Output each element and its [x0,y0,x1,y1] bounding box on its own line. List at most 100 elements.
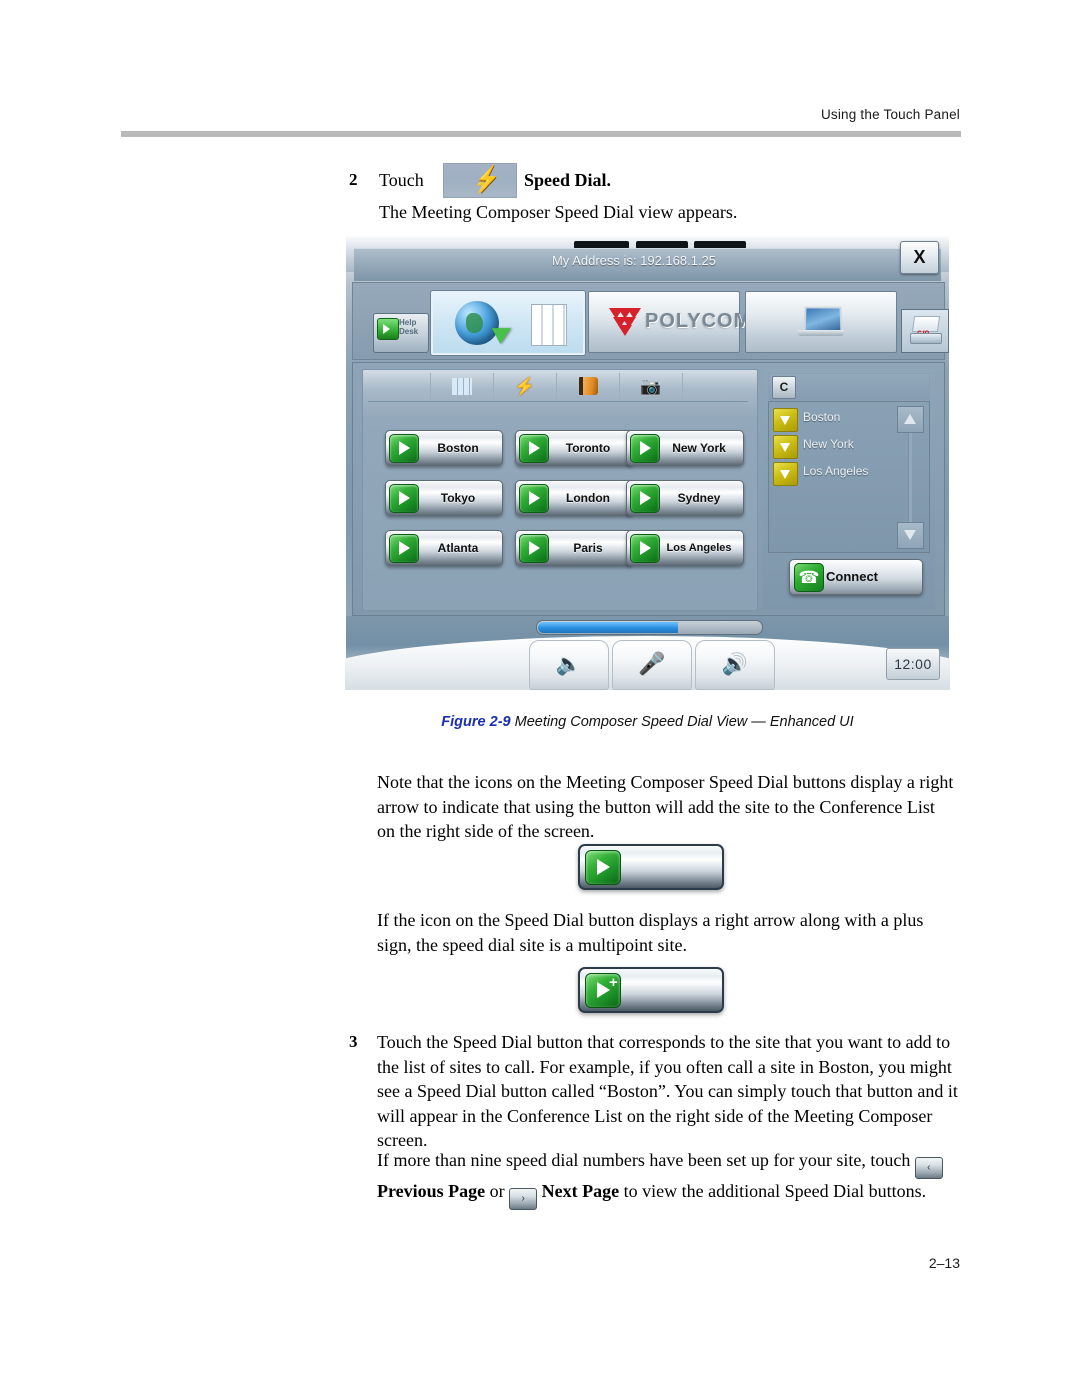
speed-dial-label: Boston [437,441,479,455]
globe-keypad-tile[interactable] [431,291,585,355]
speed-dial-button-los-angeles[interactable]: Los Angeles [626,530,744,566]
conference-list-item[interactable]: Los Angeles [773,462,903,486]
conference-list-pane: C Boston New York Los Angeles ☎ Connect [763,369,935,609]
laptop-tile[interactable] [745,291,897,353]
right-arrow-icon [389,484,419,513]
help-desk-button[interactable]: Help Desk [373,313,429,353]
plus-sign-icon: + [609,974,618,991]
down-arrow-icon [773,462,798,486]
speed-dial-pane: ⚡ 📷 Boston Toronto New York Tokyo London… [362,369,758,611]
tab-address-book[interactable] [557,373,620,400]
conference-item-label: Los Angeles [803,464,869,478]
scrollbar-track[interactable] [908,432,912,522]
scroll-down-button[interactable] [897,522,924,549]
volume-up-button[interactable]: 🔊 [695,640,775,690]
volume-up-icon: 🔊 [721,652,749,676]
previous-page-label: Previous Page [377,1181,486,1201]
previous-page-button[interactable]: ‹ [914,1157,943,1179]
connect-button[interactable]: ☎ Connect [789,559,923,595]
figure-caption-text: Meeting Composer Speed Dial View — Enhan… [514,714,854,730]
rolodex-tile[interactable]: 6/9 [901,309,949,353]
pagination-text-b: to view the additional Speed Dial button… [623,1181,927,1201]
paragraph-pagination: If more than nine speed dial numbers hav… [377,1148,962,1210]
speed-dial-button-atlanta[interactable]: Atlanta [385,530,503,566]
page-number: 2–13 [928,1255,960,1271]
touch-panel-body: My Address is: 192.168.1.25 X Help Desk [345,236,950,690]
address-book-icon [578,377,598,395]
tab-keypad[interactable] [431,373,494,400]
speed-dial-label: Los Angeles [666,542,732,554]
conference-item-label: Boston [803,410,841,424]
right-arrow-icon [630,434,660,463]
polycom-mark-icon [609,308,641,336]
speed-dial-label: New York [672,441,726,455]
paragraph-note-multipoint: If the icon on the Speed Dial button dis… [377,910,924,955]
step-2-number: 2 [349,170,358,189]
keypad-icon [452,378,472,395]
laptop-icon [798,306,844,336]
my-address-text: My Address is: 192.168.1.25 [551,253,717,268]
speed-dial-button-london[interactable]: London [515,480,633,516]
mute-microphone-icon: 🎤 [638,651,666,676]
right-arrow-icon [519,434,549,463]
tab-camera[interactable]: 📷 [620,373,683,400]
help-desk-label: Help Desk [399,318,427,336]
figure-caption: Figure 2-9 Meeting Composer Speed Dial V… [345,714,950,730]
volume-down-button[interactable]: 🔈 [529,640,609,690]
right-arrow-icon [519,484,549,513]
speed-dial-button-toronto[interactable]: Toronto [515,430,633,466]
volume-progress-bar[interactable] [536,620,763,635]
touch-panel-screenshot: My Address is: 192.168.1.25 X Help Desk [345,235,950,690]
help-desk-label-line1: Help [399,318,417,327]
panel-bottom-bar: 🔈 🎤 🔊 12:00 [345,616,950,690]
conference-list-header: C [768,373,930,401]
scroll-up-button[interactable] [897,406,924,433]
pagination-text-a: If more than nine speed dial numbers hav… [377,1150,911,1170]
header-rule [121,131,961,137]
speed-dial-label: Toronto [565,441,611,455]
camera-icon: 📷 [640,377,662,396]
polycom-logo-tile[interactable]: POLYCOM [588,291,750,353]
tab-speed-dial[interactable]: ⚡ [494,373,557,400]
speed-dial-button-sydney[interactable]: Sydney [626,480,744,516]
tab-blank-2[interactable] [683,373,745,400]
polycom-wordmark: POLYCOM [645,310,752,332]
rolodex-icon: 6/9 [910,316,942,344]
help-desk-arrow-icon [377,318,399,340]
figure-label: Figure 2-9 [441,714,511,730]
mode-tile-bar: Help Desk POLYCOM [352,282,949,360]
down-arrow-icon [773,435,798,459]
keypad-icon [531,304,567,346]
volume-progress-fill [538,622,678,633]
pagination-or: or [489,1181,505,1201]
paragraph-step-3: Touch the Speed Dial button that corresp… [377,1032,958,1150]
main-content-frame: ⚡ 📷 Boston Toronto New York Tokyo London… [352,362,945,616]
right-arrow-icon [389,434,419,463]
right-arrow-icon [630,534,660,563]
address-bar: My Address is: 192.168.1.25 [354,248,941,281]
step-2-label: Speed Dial. [524,170,612,190]
speed-dial-button-paris[interactable]: Paris [515,530,633,566]
step-2-lead-text: Touch [379,170,424,190]
next-page-button[interactable]: › [509,1188,538,1210]
speed-dial-button-boston[interactable]: Boston [385,430,503,466]
help-desk-label-line2: Desk [399,327,419,336]
conference-clear-button[interactable]: C [772,376,796,399]
globe-icon [455,301,499,345]
conference-list: Boston New York Los Angeles [768,401,930,553]
tab-blank[interactable] [368,373,431,400]
speed-dial-label: Tokyo [440,491,476,505]
conference-list-item[interactable]: New York [773,435,903,459]
right-arrow-icon [389,534,419,563]
tab-bar: ⚡ 📷 [368,373,748,402]
next-page-label: Next Page [541,1181,620,1201]
volume-down-icon: 🔈 [555,652,583,676]
right-arrow-icon [630,484,660,513]
speed-dial-button-tokyo[interactable]: Tokyo [385,480,503,516]
speed-dial-button-new-york[interactable]: New York [626,430,744,466]
conference-list-item[interactable]: Boston [773,408,903,432]
close-button[interactable]: X [900,241,939,274]
mute-button[interactable]: 🎤 [612,640,692,690]
speed-dial-label: London [566,491,610,505]
right-arrow-icon [519,534,549,563]
